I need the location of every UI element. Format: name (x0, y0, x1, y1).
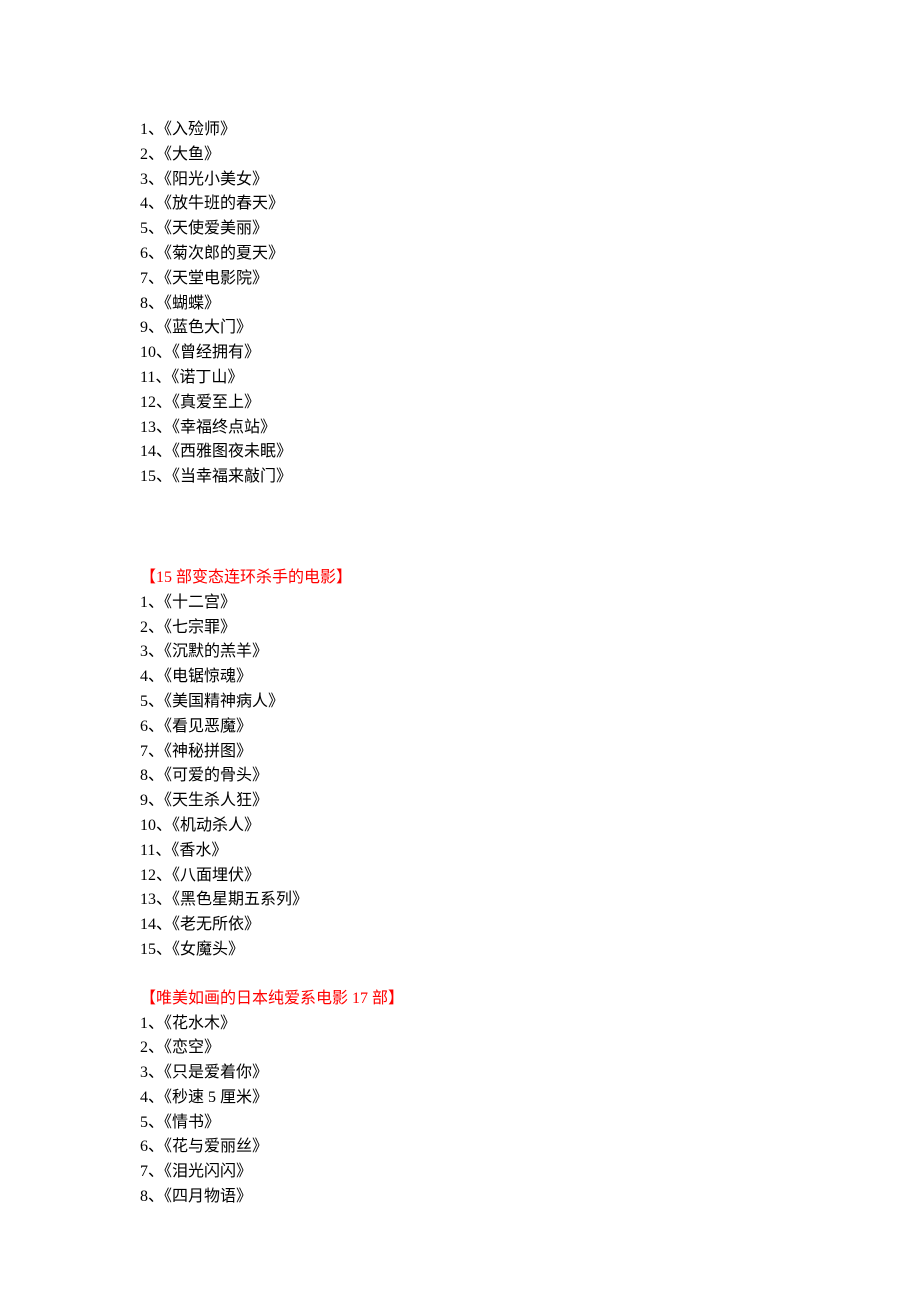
list-item: 13、《幸福终点站》 (140, 416, 920, 441)
section-spacer (140, 490, 920, 566)
list-item: 5、《情书》 (140, 1111, 920, 1136)
section-title: 【唯美如画的日本纯爱系电影 17 部】 (140, 987, 920, 1012)
list-item: 1、《入殓师》 (140, 118, 920, 143)
list-item: 10、《曾经拥有》 (140, 341, 920, 366)
list-item: 14、《老无所依》 (140, 913, 920, 938)
list-item: 8、《可爱的骨头》 (140, 764, 920, 789)
list-item: 8、《蝴蝶》 (140, 292, 920, 317)
list-item: 1、《十二宫》 (140, 591, 920, 616)
list-item: 15、《女魔头》 (140, 938, 920, 963)
list-item: 5、《美国精神病人》 (140, 690, 920, 715)
list-item: 3、《只是爱着你》 (140, 1061, 920, 1086)
list-item: 2、《恋空》 (140, 1036, 920, 1061)
list-item: 6、《看见恶魔》 (140, 715, 920, 740)
list-item: 3、《阳光小美女》 (140, 168, 920, 193)
list-item: 9、《蓝色大门》 (140, 316, 920, 341)
list-item: 1、《花水木》 (140, 1012, 920, 1037)
list-item: 11、《香水》 (140, 839, 920, 864)
list-item: 7、《神秘拼图》 (140, 740, 920, 765)
list-item: 12、《真爱至上》 (140, 391, 920, 416)
list-item: 2、《七宗罪》 (140, 616, 920, 641)
list-item: 7、《泪光闪闪》 (140, 1160, 920, 1185)
document-content: 1、《入殓师》 2、《大鱼》 3、《阳光小美女》 4、《放牛班的春天》 5、《天… (0, 0, 920, 1210)
list-item: 5、《天使爱美丽》 (140, 217, 920, 242)
list-item: 6、《菊次郎的夏天》 (140, 242, 920, 267)
section-spacer (140, 963, 920, 987)
list-item: 13、《黑色星期五系列》 (140, 888, 920, 913)
list-item: 9、《天生杀人狂》 (140, 789, 920, 814)
section-2: 【15 部变态连环杀手的电影】 1、《十二宫》 2、《七宗罪》 3、《沉默的羔羊… (140, 566, 920, 963)
section-title: 【15 部变态连环杀手的电影】 (140, 566, 920, 591)
section-1: 1、《入殓师》 2、《大鱼》 3、《阳光小美女》 4、《放牛班的春天》 5、《天… (140, 118, 920, 490)
list-item: 8、《四月物语》 (140, 1185, 920, 1210)
list-item: 4、《电锯惊魂》 (140, 665, 920, 690)
section-3: 【唯美如画的日本纯爱系电影 17 部】 1、《花水木》 2、《恋空》 3、《只是… (140, 987, 920, 1210)
list-item: 3、《沉默的羔羊》 (140, 640, 920, 665)
list-item: 11、《诺丁山》 (140, 366, 920, 391)
list-item: 15、《当幸福来敲门》 (140, 465, 920, 490)
list-item: 4、《放牛班的春天》 (140, 192, 920, 217)
list-item: 10、《机动杀人》 (140, 814, 920, 839)
list-item: 12、《八面埋伏》 (140, 864, 920, 889)
list-item: 4、《秒速 5 厘米》 (140, 1086, 920, 1111)
list-item: 6、《花与爱丽丝》 (140, 1135, 920, 1160)
list-item: 7、《天堂电影院》 (140, 267, 920, 292)
list-item: 14、《西雅图夜未眠》 (140, 440, 920, 465)
list-item: 2、《大鱼》 (140, 143, 920, 168)
